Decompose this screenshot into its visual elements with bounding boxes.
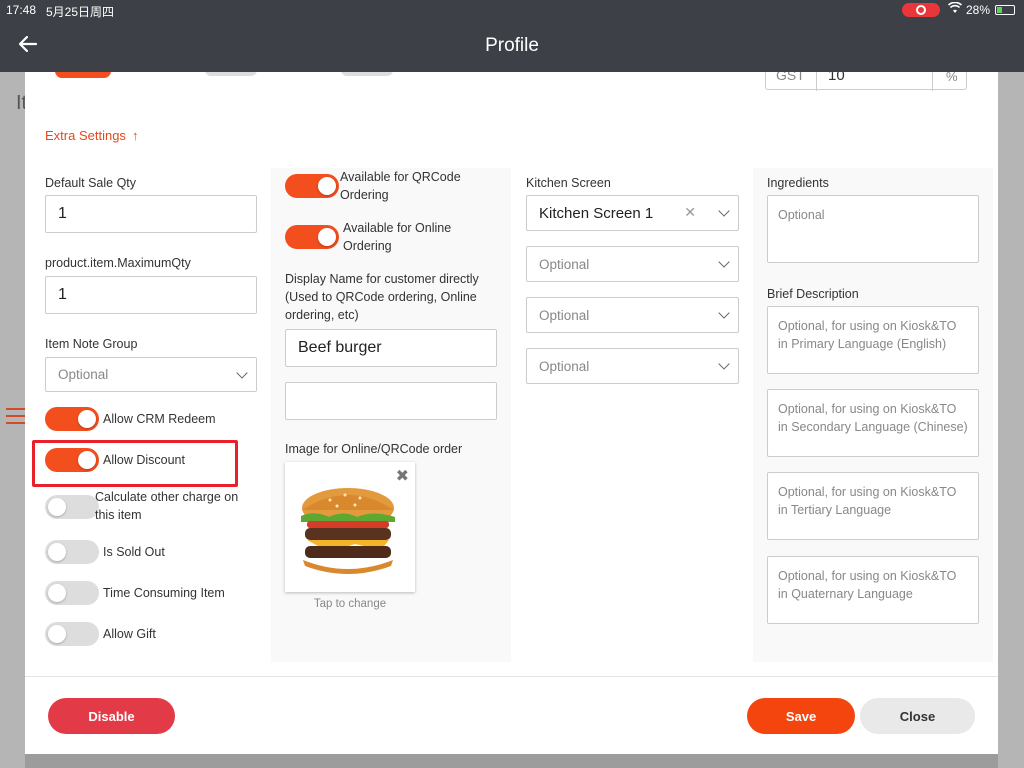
calculate-other-charge-toggle[interactable] (45, 495, 99, 519)
display-name-input[interactable]: Beef burger (285, 329, 497, 367)
gst-label: GST (776, 72, 805, 83)
ingredients-label: Ingredients (767, 176, 829, 190)
gst-field[interactable]: GST 10 % (765, 72, 967, 91)
arrow-up-icon: ↑ (131, 128, 139, 143)
default-sale-qty-label: Default Sale Qty (45, 176, 137, 190)
close-icon[interactable]: ✖ (396, 466, 409, 486)
allow-discount-highlight (32, 440, 238, 487)
extra-settings-link[interactable]: Extra Settings ↑ (45, 128, 138, 143)
partial-toggle-off[interactable] (205, 72, 257, 76)
gst-value: 10 (828, 72, 845, 84)
brief-description-label: Brief Description (767, 287, 859, 301)
status-bar: 17:48 5月25日周四 28% (0, 0, 1024, 20)
battery-percent: 28% (966, 3, 991, 17)
description-tertiary-input[interactable]: Optional, for using on Kiosk&TO in Terti… (767, 472, 979, 540)
kitchen-screen-select-4[interactable]: Optional (526, 348, 739, 384)
maximum-qty-input[interactable]: 1 (45, 276, 257, 314)
battery-icon (995, 5, 1015, 15)
item-note-group-select[interactable]: Optional (45, 357, 257, 392)
record-icon[interactable] (902, 3, 940, 17)
close-button[interactable]: Close (860, 698, 975, 734)
kitchen-screen-value-4: Optional (539, 358, 590, 374)
allow-crm-redeem-toggle[interactable] (45, 407, 99, 431)
chevron-down-icon (236, 366, 248, 379)
extra-settings-label: Extra Settings (45, 128, 126, 143)
allow-gift-label: Allow Gift (103, 627, 156, 641)
description-primary-input[interactable]: Optional, for using on Kiosk&TO in Prima… (767, 306, 979, 374)
item-note-group-value: Optional (58, 367, 109, 382)
description-secondary-input[interactable]: Optional, for using on Kiosk&TO in Secon… (767, 389, 979, 457)
disable-button[interactable]: Disable (48, 698, 175, 734)
page-title: Profile (485, 35, 539, 56)
chevron-down-icon (718, 256, 730, 268)
footer-divider (25, 676, 998, 677)
gst-unit: % (946, 72, 958, 84)
allow-crm-redeem-label: Allow CRM Redeem (103, 412, 216, 426)
partial-toggle-on[interactable] (55, 72, 111, 78)
time-consuming-item-toggle[interactable] (45, 581, 99, 605)
clear-icon[interactable]: ✕ (684, 204, 696, 221)
status-date: 5月25日周四 (46, 5, 115, 19)
chevron-down-icon (718, 358, 730, 370)
kitchen-screen-value-1: Kitchen Screen 1 (539, 204, 654, 222)
chevron-down-icon (718, 205, 730, 217)
partial-toggle-off[interactable] (341, 72, 393, 76)
display-name-secondary-input[interactable] (285, 382, 497, 420)
time-consuming-item-label: Time Consuming Item (103, 586, 225, 600)
allow-gift-toggle[interactable] (45, 622, 99, 646)
image-label: Image for Online/QRCode order (285, 442, 463, 456)
kitchen-screen-select-3[interactable]: Optional (526, 297, 739, 333)
tap-to-change-hint[interactable]: Tap to change (285, 598, 415, 610)
online-ordering-label: Available for Online Ordering (343, 221, 452, 253)
kitchen-screen-column: Kitchen Screen Kitchen Screen 1 ✕ Option… (517, 168, 749, 662)
calculate-other-charge-label: Calculate other charge on this item (95, 490, 239, 522)
save-button[interactable]: Save (747, 698, 855, 734)
is-sold-out-toggle[interactable] (45, 540, 99, 564)
app-header: Profile (0, 20, 1024, 72)
qrcode-ordering-label: Available for QRCode Ordering (340, 170, 461, 202)
chevron-down-icon (718, 307, 730, 319)
description-quaternary-input[interactable]: Optional, for using on Kiosk&TO in Quate… (767, 556, 979, 624)
default-sale-qty-input[interactable]: 1 (45, 195, 257, 233)
display-name-label: Display Name for customer directly (Used… (285, 272, 479, 322)
kitchen-screen-value-3: Optional (539, 307, 590, 323)
kitchen-screen-select-1[interactable]: Kitchen Screen 1 ✕ (526, 195, 739, 231)
is-sold-out-label: Is Sold Out (103, 545, 165, 559)
maximum-qty-label: product.item.MaximumQty (45, 256, 191, 270)
ingredients-input[interactable]: Optional (767, 195, 979, 263)
qrcode-ordering-toggle[interactable] (285, 174, 339, 198)
background-right (998, 72, 1024, 768)
general-settings-column: Default Sale Qty 1 product.item.MaximumQ… (45, 168, 267, 662)
profile-modal: GST 10 % Extra Settings ↑ Default Sale Qt… (25, 72, 998, 754)
product-image[interactable]: ✖ (285, 462, 415, 592)
online-ordering-toggle[interactable] (285, 225, 339, 249)
menu-icon (6, 408, 26, 424)
kitchen-screen-value-2: Optional (539, 256, 590, 272)
status-time: 17:48 (6, 3, 37, 17)
top-strip: GST 10 % (25, 72, 998, 92)
online-ordering-column: Available for QRCode Ordering Available … (271, 168, 511, 662)
kitchen-screen-select-2[interactable]: Optional (526, 246, 739, 282)
kitchen-screen-label: Kitchen Screen (526, 176, 611, 190)
wifi-icon (947, 1, 963, 17)
description-column: Ingredients Optional Brief Description O… (753, 168, 993, 662)
item-note-group-label: Item Note Group (45, 337, 138, 351)
